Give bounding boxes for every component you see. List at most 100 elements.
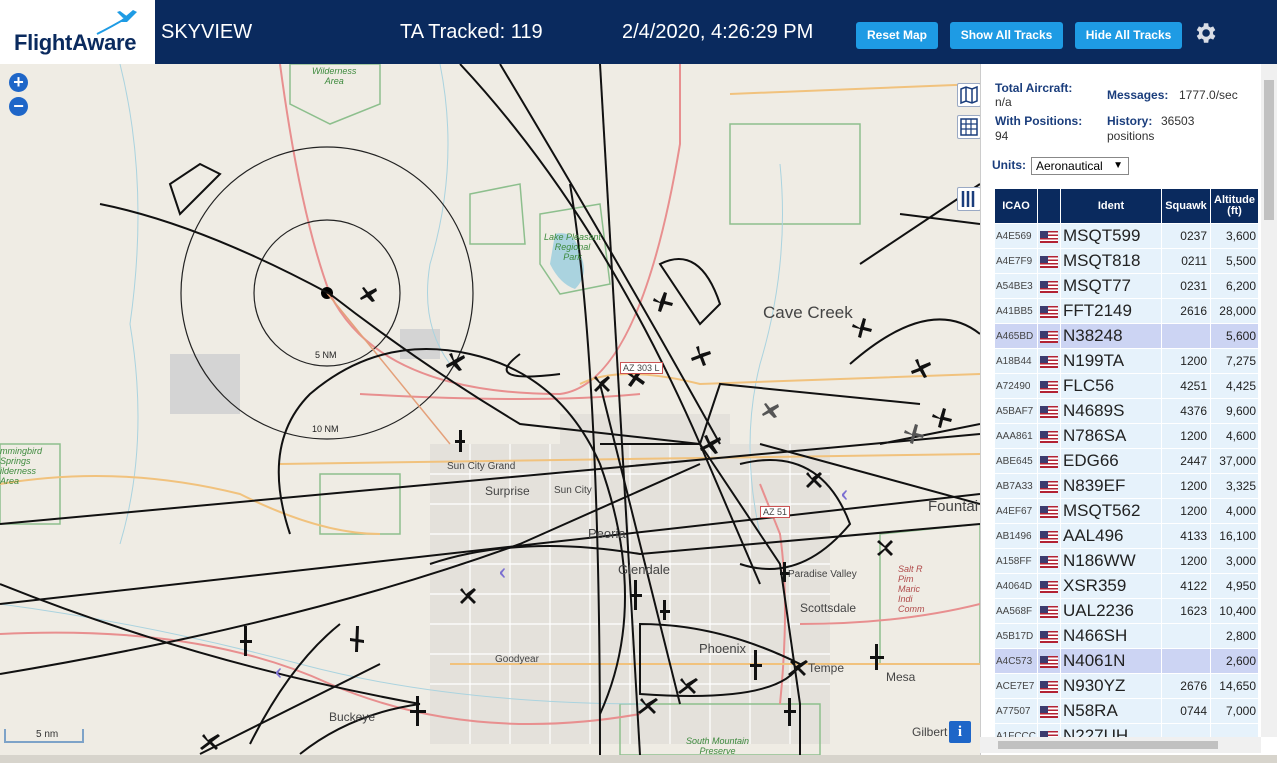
logo-plane-icon [96, 10, 137, 35]
us-flag-icon [1038, 399, 1060, 423]
aircraft-icao: A4E7F9 [995, 249, 1037, 273]
zoom-out-button[interactable]: − [9, 97, 28, 116]
aircraft-squawk: 2616 [1162, 299, 1210, 323]
aircraft-row[interactable]: AAA861 N786SA 1200 4,600 [995, 424, 1258, 448]
tracked-count: TA Tracked: 119 [400, 21, 543, 43]
column-flag[interactable] [1038, 189, 1060, 223]
aircraft-table: ICAO Ident Squawk Altitude (ft) A4E569 MS… [994, 188, 1259, 749]
aircraft-altitude: 4,950 [1211, 574, 1258, 598]
aircraft-altitude: 5,500 [1211, 249, 1258, 273]
aircraft-row[interactable]: A4E7F9 MSQT818 0211 5,500 [995, 249, 1258, 273]
aircraft-row[interactable]: A5BAF7 N4689S 4376 9,600 [995, 399, 1258, 423]
us-flag-icon [1040, 630, 1058, 643]
scale-bar: 5 nm [4, 729, 84, 743]
aircraft-row[interactable]: ABE645 EDG66 2447 37,000 [995, 449, 1258, 473]
aircraft-squawk: 4122 [1162, 574, 1210, 598]
us-flag-icon [1038, 449, 1060, 473]
aircraft-row[interactable]: A72490 FLC56 4251 4,425 [995, 374, 1258, 398]
aircraft-row[interactable]: A77507 N58RA 0744 7,000 [995, 699, 1258, 723]
gear-icon[interactable] [1192, 20, 1218, 46]
messages-label: Messages: [1107, 88, 1169, 102]
aircraft-altitude: 3,600 [1211, 224, 1258, 248]
column-ident[interactable]: Ident [1061, 189, 1161, 223]
us-flag-icon [1040, 605, 1058, 618]
aircraft-altitude: 10,400 [1211, 599, 1258, 623]
us-flag-icon [1038, 299, 1060, 323]
history-unit: positions [1107, 129, 1155, 143]
aircraft-squawk: 2676 [1162, 674, 1210, 698]
aircraft-ident: N58RA [1061, 699, 1161, 723]
aircraft-row[interactable]: AB7A33 N839EF 1200 3,325 [995, 474, 1258, 498]
zoom-in-button[interactable]: + [9, 73, 28, 92]
us-flag-icon [1038, 424, 1060, 448]
us-flag-icon [1040, 405, 1058, 418]
aircraft-row[interactable]: A465BD N38248 5,600 [995, 324, 1258, 348]
aircraft-icao: A4E569 [995, 224, 1037, 248]
aircraft-row[interactable]: ACE7E7 N930YZ 2676 14,650 [995, 674, 1258, 698]
panel-horizontal-scrollbar[interactable] [980, 737, 1261, 753]
aircraft-icao: A77507 [995, 699, 1037, 723]
map-view[interactable]: + − Cave Creek Sun City Grand Surprise S… [0, 64, 980, 755]
aircraft-ident: FLC56 [1061, 374, 1161, 398]
us-flag-icon [1040, 705, 1058, 718]
hide-all-tracks-button[interactable]: Hide All Tracks [1075, 22, 1182, 49]
place-label-buckeye: Buckeye [329, 710, 376, 724]
aircraft-row[interactable]: A158FF N186WW 1200 3,000 [995, 549, 1258, 573]
reset-map-button[interactable]: Reset Map [856, 22, 938, 49]
aircraft-row[interactable]: A54BE3 MSQT77 0231 6,200 [995, 274, 1258, 298]
aircraft-icao: AB7A33 [995, 474, 1037, 498]
aircraft-altitude: 7,000 [1211, 699, 1258, 723]
column-squawk[interactable]: Squawk [1162, 189, 1210, 223]
ring-label-inner: 5 NM [315, 350, 337, 360]
us-flag-icon [1040, 530, 1058, 543]
us-flag-icon [1038, 324, 1060, 348]
aircraft-squawk: 1200 [1162, 499, 1210, 523]
aircraft-icao: AB1496 [995, 524, 1037, 548]
aircraft-ident: N466SH [1061, 624, 1161, 648]
show-all-tracks-button[interactable]: Show All Tracks [950, 22, 1063, 49]
us-flag-icon [1038, 649, 1060, 673]
aircraft-icao: A5B17D [995, 624, 1037, 648]
info-button[interactable]: i [949, 721, 971, 743]
aircraft-row[interactable]: A41BB5 FFT2149 2616 28,000 [995, 299, 1258, 323]
column-altitude[interactable]: Altitude (ft) [1211, 189, 1258, 223]
us-flag-icon [1040, 555, 1058, 568]
with-positions-value: 94 [995, 129, 1009, 143]
place-label-sun-city-grand: Sun City Grand [447, 461, 516, 472]
us-flag-icon [1038, 499, 1060, 523]
scrollbar-thumb[interactable] [1264, 80, 1274, 220]
aircraft-row[interactable]: AB1496 AAL496 4133 16,100 [995, 524, 1258, 548]
us-flag-icon [1040, 505, 1058, 518]
aircraft-squawk: 1200 [1162, 474, 1210, 498]
aircraft-icao: A158FF [995, 549, 1037, 573]
units-select-value: Aeronautical [1036, 159, 1103, 173]
aircraft-row[interactable]: AA568F UAL2236 1623 10,400 [995, 599, 1258, 623]
aircraft-icao: A41BB5 [995, 299, 1037, 323]
columns-toggle-button[interactable] [957, 187, 980, 211]
flightaware-logo[interactable]: FlightAware [0, 0, 155, 64]
aircraft-altitude: 28,000 [1211, 299, 1258, 323]
scrollbar-thumb[interactable] [998, 741, 1218, 749]
aircraft-squawk: 4376 [1162, 399, 1210, 423]
us-flag-icon [1040, 455, 1058, 468]
clock: 2/4/2020, 4:26:29 PM [622, 21, 814, 43]
aircraft-altitude: 3,325 [1211, 474, 1258, 498]
header-bar: FlightAware SKYVIEW TA Tracked: 119 2/4/… [0, 0, 1277, 64]
grid-toggle-button[interactable] [957, 115, 980, 139]
aircraft-row[interactable]: A4064D XSR359 4122 4,950 [995, 574, 1258, 598]
place-label-mesa: Mesa [886, 670, 916, 684]
map-layer-button[interactable] [957, 83, 980, 107]
aircraft-squawk: 0744 [1162, 699, 1210, 723]
aircraft-row[interactable]: A4E569 MSQT599 0237 3,600 [995, 224, 1258, 248]
aircraft-ident: N4689S [1061, 399, 1161, 423]
units-select[interactable]: Aeronautical ▼ [1031, 157, 1129, 175]
history-label: History: [1107, 114, 1153, 128]
panel-vertical-scrollbar[interactable] [1261, 64, 1277, 737]
aircraft-row[interactable]: A5B17D N466SH 2,800 [995, 624, 1258, 648]
aircraft-row[interactable]: A18B44 N199TA 1200 7,275 [995, 349, 1258, 373]
aircraft-row[interactable]: A4C573 N4061N 2,600 [995, 649, 1258, 673]
aircraft-ident: N38248 [1061, 324, 1161, 348]
column-icao[interactable]: ICAO [995, 189, 1037, 223]
place-label-peoria: Peoria [588, 526, 626, 541]
aircraft-row[interactable]: A4EF67 MSQT562 1200 4,000 [995, 499, 1258, 523]
